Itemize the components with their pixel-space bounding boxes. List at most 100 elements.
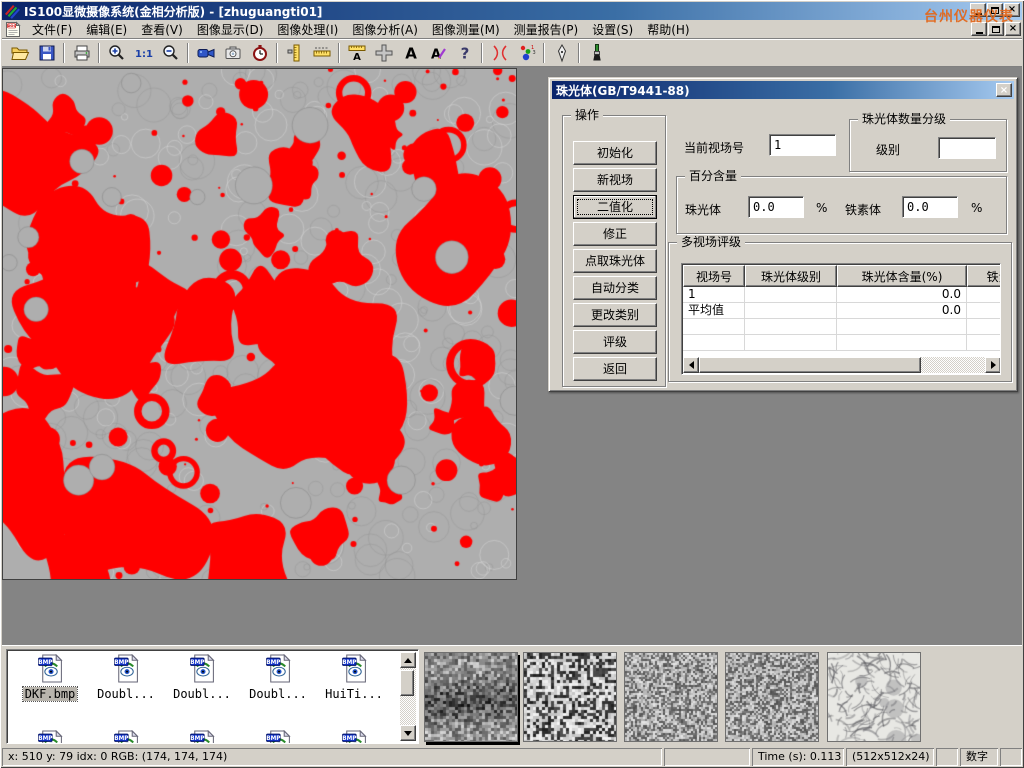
timer-button[interactable] <box>246 42 273 65</box>
menu-measure-report[interactable]: 测量报告(P) <box>507 19 586 40</box>
pen-button[interactable] <box>548 42 575 65</box>
binarize-button[interactable]: 二值化 <box>573 195 657 219</box>
level-input[interactable] <box>938 137 996 159</box>
menu-view[interactable]: 查看(V) <box>134 19 190 40</box>
menu-help[interactable]: 帮助(H) <box>640 19 696 40</box>
menu-image-analysis[interactable]: 图像分析(A) <box>345 19 425 40</box>
file-item[interactable]: Doubl... <box>89 654 163 701</box>
pick-pearlite-button[interactable]: 点取珠光体 <box>573 249 657 273</box>
ruler-button[interactable] <box>308 42 335 65</box>
text-button[interactable]: A <box>397 42 424 65</box>
table-row[interactable] <box>683 319 1001 335</box>
file-item[interactable]: DKF.bmp <box>13 654 87 701</box>
table-horizontal-scrollbar[interactable] <box>683 357 1001 373</box>
open-file-button[interactable] <box>6 42 33 65</box>
count-marks-button[interactable]: 1 3 <box>513 42 540 65</box>
file-item[interactable]: Doubl... <box>241 654 315 701</box>
app-icon <box>4 3 20 19</box>
correct-button[interactable]: 修正 <box>573 222 657 246</box>
snapshot-button[interactable] <box>219 42 246 65</box>
scroll-track[interactable] <box>699 357 985 373</box>
file-item[interactable] <box>165 730 239 744</box>
menu-image-display[interactable]: 图像显示(D) <box>190 19 271 40</box>
scroll-left-button[interactable] <box>683 357 699 373</box>
file-item[interactable]: HuiTi... <box>317 654 391 701</box>
thumbnail-2[interactable] <box>523 652 617 742</box>
save-icon <box>37 43 57 63</box>
col-ferrite-content[interactable]: 铁素体含量(%) <box>967 265 1001 287</box>
menu-settings[interactable]: 设置(S) <box>585 19 640 40</box>
thumbnail-4[interactable] <box>725 652 819 742</box>
status-bar: x: 510 y: 79 idx: 0 RGB: (174, 174, 174)… <box>2 746 1022 766</box>
menu-edit[interactable]: 编辑(E) <box>79 19 134 40</box>
file-item[interactable] <box>317 730 391 744</box>
thumbnail-3[interactable] <box>624 652 718 742</box>
svg-text:DOC: DOC <box>7 24 16 28</box>
bmp-file-icon <box>37 730 63 744</box>
annotate-button[interactable]: A <box>424 42 451 65</box>
snapshot-icon <box>223 43 243 63</box>
scroll-thumb[interactable] <box>400 670 414 696</box>
save-button[interactable] <box>33 42 60 65</box>
file-list-scrollbar[interactable] <box>400 652 416 741</box>
toolbar-separator <box>63 43 65 63</box>
print-button[interactable] <box>68 42 95 65</box>
new-field-button[interactable]: 新视场 <box>573 168 657 192</box>
current-field-input[interactable] <box>769 134 836 156</box>
help-icon: ? <box>455 43 475 63</box>
zoom-out-button[interactable] <box>157 42 184 65</box>
video-capture-button[interactable] <box>192 42 219 65</box>
table-row[interactable]: 平均值 0.0 <box>683 303 1001 319</box>
camera-mode-status: 数字 <box>960 748 998 766</box>
cell-pearlite-content: 0.0 <box>837 303 967 319</box>
help-button[interactable]: ? <box>451 42 478 65</box>
menu-image-measure[interactable]: 图像测量(M) <box>425 19 507 40</box>
return-button[interactable]: 返回 <box>573 357 657 381</box>
file-item[interactable] <box>13 730 87 744</box>
curve-tool-button[interactable] <box>486 42 513 65</box>
file-item[interactable] <box>89 730 163 744</box>
caliper-button[interactable] <box>281 42 308 65</box>
thumbnail-1[interactable] <box>424 652 518 742</box>
col-pearlite-content[interactable]: 珠光体含量(%) <box>837 265 967 287</box>
menu-image-processing[interactable]: 图像处理(I) <box>270 19 345 40</box>
rate-button[interactable]: 评级 <box>573 330 657 354</box>
dialog-body: 操作 初始化 新视场 二值化 修正 点取珠光体 自动分类 更改类别 评级 返回 … <box>552 99 1014 388</box>
initialize-button[interactable]: 初始化 <box>573 141 657 165</box>
file-name: Doubl... <box>95 687 157 701</box>
file-item[interactable]: Doubl... <box>165 654 239 701</box>
time-status: Time (s): 0.113 <box>752 748 844 766</box>
brush-button[interactable] <box>583 42 610 65</box>
menu-file[interactable]: 文件(F) <box>25 19 79 40</box>
table-row[interactable]: 1 0.0 <box>683 287 1001 303</box>
scroll-track[interactable] <box>400 668 416 725</box>
specimen-image[interactable] <box>3 69 516 579</box>
pearlite-percent-input[interactable] <box>748 196 804 218</box>
ruler-icon <box>312 43 332 63</box>
scroll-up-button[interactable] <box>400 652 416 668</box>
level-label: 级别 <box>876 141 900 158</box>
actual-size-button[interactable]: 1:1 <box>130 42 157 65</box>
col-pearlite-grade[interactable]: 珠光体级别 <box>745 265 837 287</box>
ferrite-percent-input[interactable] <box>902 196 958 218</box>
svg-text:A: A <box>405 45 417 63</box>
file-item[interactable] <box>241 730 315 744</box>
scroll-thumb[interactable] <box>699 357 921 373</box>
auto-classify-button[interactable]: 自动分类 <box>573 276 657 300</box>
pan-button[interactable] <box>370 42 397 65</box>
cell-pearlite-grade <box>745 303 837 319</box>
measure-label-button[interactable]: A <box>343 42 370 65</box>
image-dimensions-status: (512x512x24) <box>846 748 934 766</box>
scroll-down-button[interactable] <box>400 725 416 741</box>
table-row[interactable] <box>683 335 1001 351</box>
scroll-right-button[interactable] <box>985 357 1001 373</box>
change-class-button[interactable]: 更改类别 <box>573 303 657 327</box>
svg-text:3: 3 <box>532 50 535 56</box>
zoom-in-button[interactable] <box>103 42 130 65</box>
thumbnail-5[interactable] <box>827 652 921 742</box>
dialog-close-button[interactable]: × <box>996 83 1012 97</box>
thumbnail-image <box>625 653 717 741</box>
video-capture-icon <box>196 43 216 63</box>
file-name: Doubl... <box>171 687 233 701</box>
col-field-number[interactable]: 视场号 <box>683 265 745 287</box>
